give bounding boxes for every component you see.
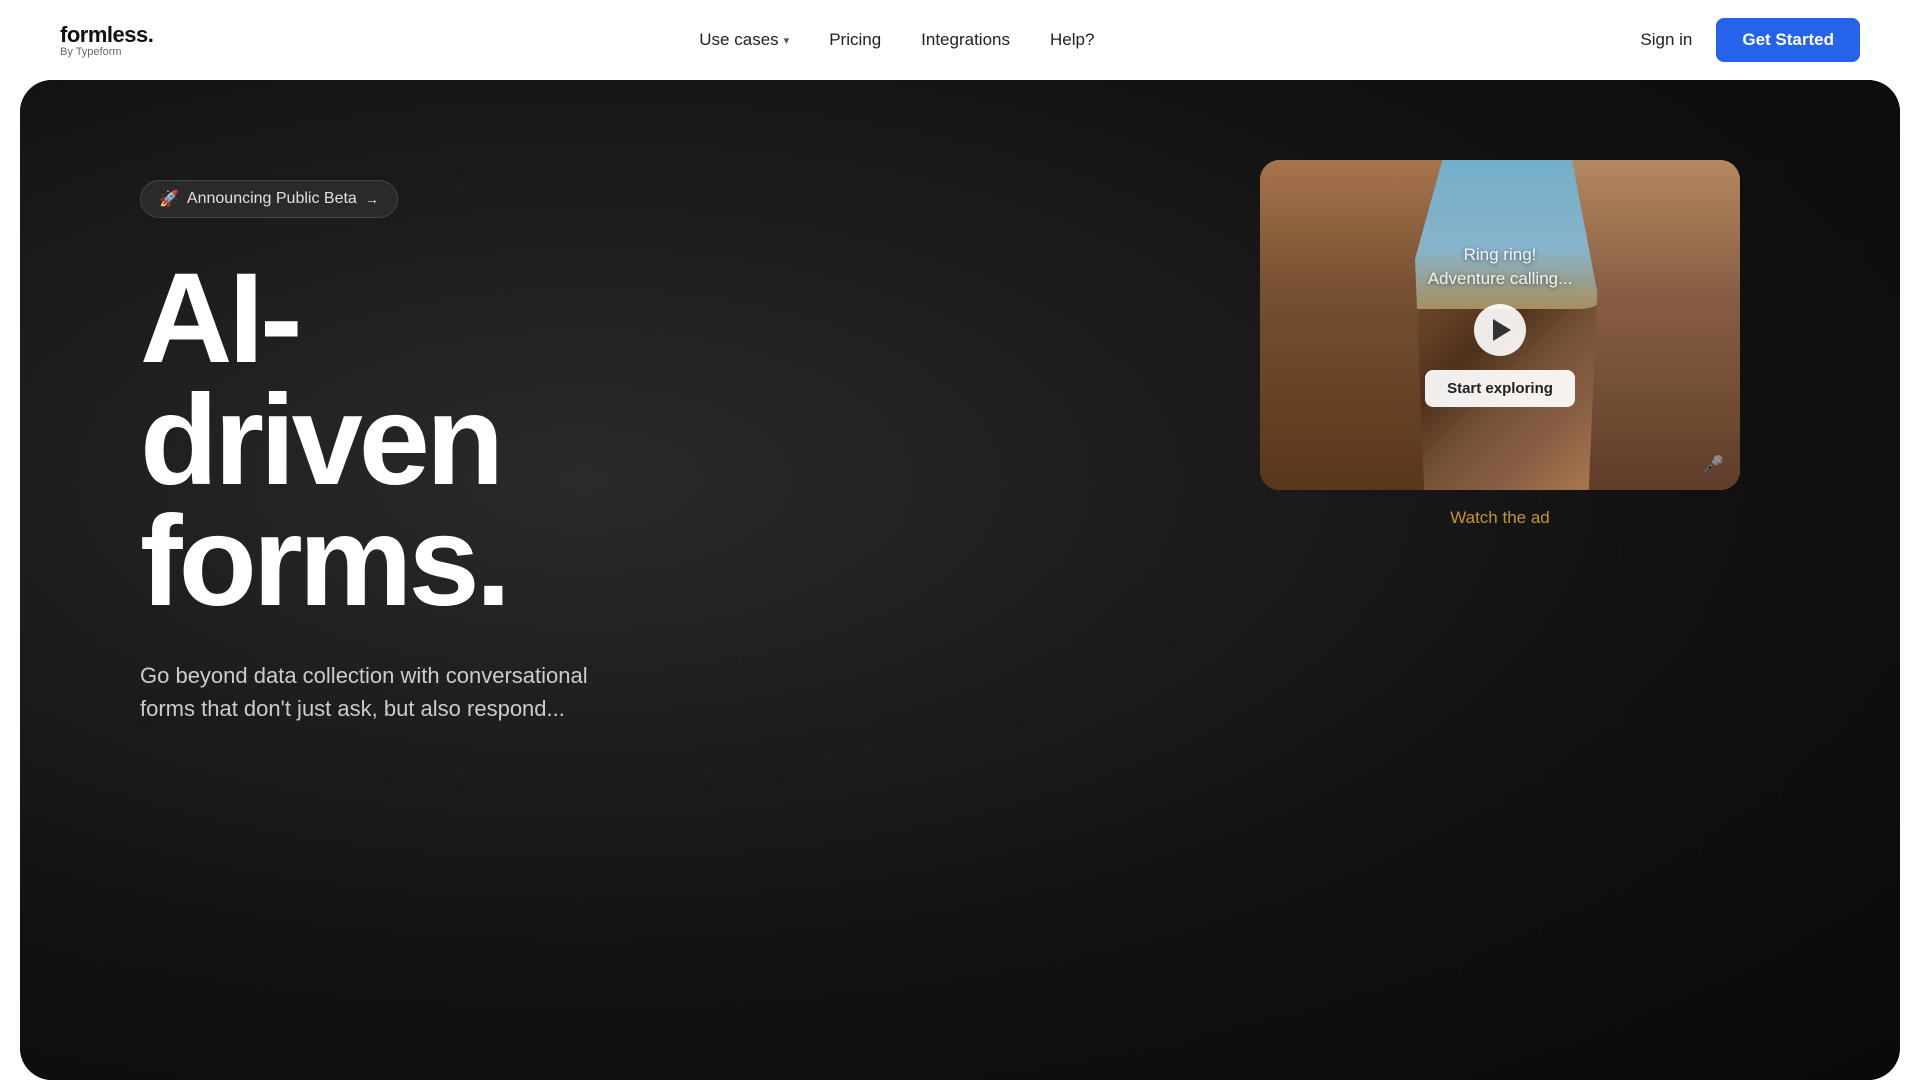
nav-links: Use cases ▾ Pricing Integrations Help? xyxy=(699,30,1094,50)
chevron-down-icon: ▾ xyxy=(784,34,790,47)
video-card[interactable]: Ring ring! Adventure calling... Start ex… xyxy=(1260,160,1740,490)
hero-title: AI-driven forms. xyxy=(140,258,620,623)
hero-section: 🚀 Announcing Public Beta → AI-driven for… xyxy=(20,80,1900,1080)
video-call-text: Ring ring! Adventure calling... xyxy=(1428,243,1573,291)
nav-actions: Sign in Get Started xyxy=(1640,18,1860,62)
microphone-icon: 🎤 xyxy=(1702,455,1724,476)
video-overlay: Ring ring! Adventure calling... Start ex… xyxy=(1260,160,1740,490)
hero-title-line2: forms. xyxy=(140,501,620,623)
beta-badge[interactable]: 🚀 Announcing Public Beta → xyxy=(140,180,398,218)
hero-title-line1: AI-driven xyxy=(140,258,620,501)
logo[interactable]: formless. By Typeform xyxy=(60,22,153,58)
beta-badge-text: Announcing Public Beta xyxy=(187,190,357,208)
sign-in-link[interactable]: Sign in xyxy=(1640,30,1692,50)
nav-integrations[interactable]: Integrations xyxy=(921,30,1010,50)
nav-help[interactable]: Help? xyxy=(1050,30,1094,50)
play-button[interactable] xyxy=(1474,304,1526,356)
navigation: formless. By Typeform Use cases ▾ Pricin… xyxy=(0,0,1920,80)
get-started-button[interactable]: Get Started xyxy=(1716,18,1860,62)
nav-use-cases[interactable]: Use cases ▾ xyxy=(699,30,789,50)
nav-pricing[interactable]: Pricing xyxy=(829,30,881,50)
start-exploring-button[interactable]: Start exploring xyxy=(1425,370,1575,407)
logo-sub: By Typeform xyxy=(60,46,153,58)
logo-name: formless. xyxy=(60,22,153,48)
hero-subtitle: Go beyond data collection with conversat… xyxy=(140,659,620,725)
arrow-right-icon: → xyxy=(365,191,379,207)
play-icon xyxy=(1493,319,1511,341)
rocket-icon: 🚀 xyxy=(159,189,179,209)
hero-left-content: 🚀 Announcing Public Beta → AI-driven for… xyxy=(20,80,700,785)
hero-right-content: Ring ring! Adventure calling... Start ex… xyxy=(1260,160,1740,528)
watch-ad-link[interactable]: Watch the ad xyxy=(1260,508,1740,528)
